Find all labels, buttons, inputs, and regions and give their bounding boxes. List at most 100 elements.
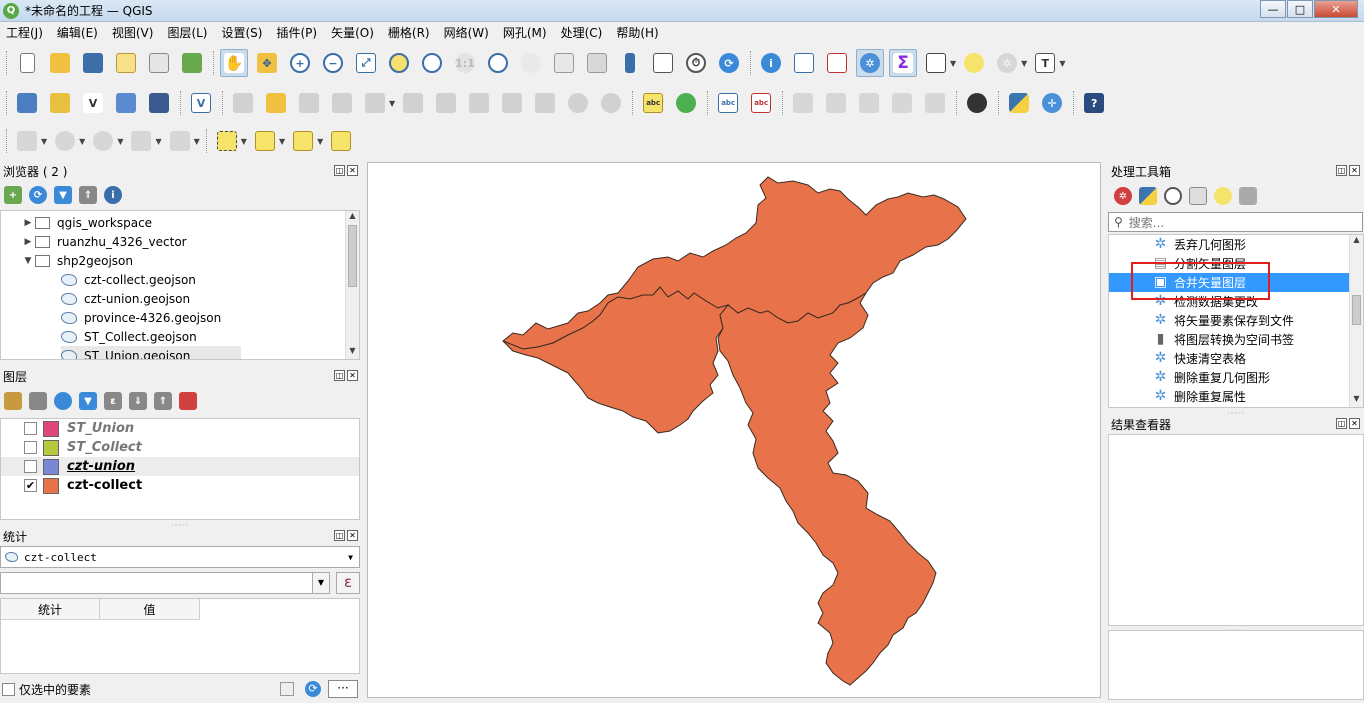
minimize-button[interactable]: — [1260, 0, 1286, 18]
expand-all-icon[interactable]: ⇓ [129, 392, 147, 410]
refresh-icon[interactable]: ⟳ [29, 186, 47, 204]
copy-stats-icon[interactable] [280, 682, 294, 696]
tree-item-geojson[interactable]: ST_Collect.geojson [61, 327, 197, 346]
shape-digitizing-icon[interactable] [13, 127, 41, 155]
zoom-out-icon[interactable]: − [319, 49, 347, 77]
show-hide-labels-icon[interactable] [822, 89, 850, 117]
chevron-down-icon[interactable]: ▼ [312, 572, 330, 594]
select-by-value-icon[interactable] [251, 127, 279, 155]
map-canvas-svg[interactable] [368, 163, 1102, 699]
rectangle-digitizing-icon[interactable] [127, 127, 155, 155]
layer-visibility-checkbox[interactable] [24, 460, 37, 473]
toolbar-grip[interactable] [632, 91, 636, 115]
menu-help[interactable]: 帮助(H) [616, 24, 658, 41]
georeferencer-icon[interactable]: ✛ [1038, 89, 1066, 117]
layer-visibility-checkbox[interactable] [24, 422, 37, 435]
close-panel-icon[interactable]: ✕ [347, 530, 358, 541]
toolbar-grip[interactable] [6, 91, 10, 115]
collapse-all-icon[interactable]: ⇑ [79, 186, 97, 204]
zoom-to-layer-icon[interactable] [418, 49, 446, 77]
current-edits-icon[interactable] [229, 89, 257, 117]
scroll-up-icon[interactable]: ▲ [346, 211, 359, 224]
show-bookmarks-icon[interactable] [649, 49, 677, 77]
layer-item[interactable]: ST_Collect [1, 438, 359, 457]
toolbar-grip[interactable] [782, 91, 786, 115]
map-canvas[interactable] [367, 162, 1101, 698]
tree-item-geojson[interactable]: czt-union.geojson [61, 289, 190, 308]
cut-features-icon[interactable] [465, 89, 493, 117]
vertex-tool-icon[interactable] [361, 89, 389, 117]
panel-splitter[interactable]: ····· [170, 521, 190, 530]
close-panel-icon[interactable]: ✕ [1349, 165, 1360, 176]
column-header-value[interactable]: 值 [100, 599, 200, 620]
chevron-down-icon[interactable]: ▼ [117, 137, 123, 146]
toolbar-grip[interactable] [222, 91, 226, 115]
data-source-manager-icon[interactable] [13, 89, 41, 117]
close-panel-icon[interactable]: ✕ [347, 370, 358, 381]
toolbar-grip[interactable] [6, 51, 10, 75]
chevron-down-icon[interactable]: ▼ [21, 256, 35, 266]
toolbar-grip[interactable] [750, 51, 754, 75]
delete-selected-icon[interactable] [432, 89, 460, 117]
scrollbar-thumb[interactable] [348, 225, 357, 287]
attribute-table-icon[interactable] [790, 49, 818, 77]
new-print-layout-icon[interactable] [112, 49, 140, 77]
redo-icon[interactable] [597, 89, 625, 117]
close-button[interactable]: ✕ [1314, 0, 1358, 18]
manage-themes-icon[interactable] [54, 392, 72, 410]
label-properties-icon[interactable] [921, 89, 949, 117]
modify-attributes-icon[interactable] [399, 89, 427, 117]
add-group-icon[interactable] [29, 392, 47, 410]
text-annotation-icon[interactable]: T [1031, 49, 1059, 77]
temporal-controller-icon[interactable]: ⏱ [682, 49, 710, 77]
open-styling-icon[interactable] [4, 392, 22, 410]
refresh-icon[interactable]: ⟳ [305, 681, 321, 697]
menu-edit[interactable]: 编辑(E) [57, 24, 98, 41]
map-tips-icon[interactable] [960, 49, 988, 77]
select-by-location-icon[interactable] [327, 127, 355, 155]
undo-icon[interactable] [564, 89, 592, 117]
new-project-icon[interactable] [13, 49, 41, 77]
style-manager-icon[interactable] [178, 49, 206, 77]
chevron-right-icon[interactable]: ▶ [21, 218, 35, 228]
measure-icon[interactable] [922, 49, 950, 77]
tree-item-geojson[interactable]: province-4326.geojson [61, 308, 221, 327]
chevron-down-icon[interactable]: ▼ [950, 59, 956, 68]
properties-info-icon[interactable]: i [104, 186, 122, 204]
filter-icon[interactable]: ▼ [54, 186, 72, 204]
layer-item[interactable]: ST_Union [1, 419, 359, 438]
scroll-down-icon[interactable]: ▼ [1350, 394, 1363, 407]
menu-project[interactable]: 工程(J) [6, 24, 43, 41]
algorithm-item[interactable]: ✲ 删除重复几何图形 [1109, 368, 1350, 387]
zoom-last-icon[interactable] [484, 49, 512, 77]
select-features-icon[interactable] [213, 127, 241, 155]
decorations-icon[interactable]: ✲ [993, 49, 1021, 77]
float-panel-icon[interactable]: ◫ [1336, 418, 1347, 429]
open-project-icon[interactable] [46, 49, 74, 77]
history-icon[interactable] [1164, 187, 1182, 205]
paste-features-icon[interactable] [531, 89, 559, 117]
toggle-editing-icon[interactable] [262, 89, 290, 117]
label-tool-icon[interactable]: abc [639, 89, 667, 117]
menu-plugins[interactable]: 插件(P) [276, 24, 317, 41]
chevron-down-icon[interactable]: ▼ [348, 553, 353, 562]
pan-hand-icon[interactable]: ✋ [220, 49, 248, 77]
save-project-icon[interactable] [79, 49, 107, 77]
stats-layer-select[interactable]: czt-collect ▼ [0, 546, 360, 568]
zoom-full-icon[interactable]: ⤢ [352, 49, 380, 77]
chevron-down-icon[interactable]: ▼ [1059, 59, 1065, 68]
identify-features-icon[interactable]: i [757, 49, 785, 77]
zoom-to-selection-icon[interactable] [385, 49, 413, 77]
pin-labels-icon[interactable]: abc [714, 89, 742, 117]
toolbar-grip[interactable] [213, 51, 217, 75]
menu-layer[interactable]: 图层(L) [167, 24, 207, 41]
chevron-down-icon[interactable]: ▼ [1021, 59, 1027, 68]
chevron-down-icon[interactable]: ▼ [389, 99, 395, 108]
chevron-down-icon[interactable]: ▼ [79, 137, 85, 146]
close-panel-icon[interactable]: ✕ [1349, 418, 1360, 429]
algorithm-item[interactable]: ✲ 快速清空表格 [1109, 349, 1350, 368]
toolbox-scrollbar[interactable]: ▲ ▼ [1349, 235, 1363, 407]
map-polygon-west[interactable] [502, 286, 730, 434]
menu-mesh[interactable]: 网孔(M) [503, 24, 547, 41]
add-selected-layers-icon[interactable]: + [4, 186, 22, 204]
